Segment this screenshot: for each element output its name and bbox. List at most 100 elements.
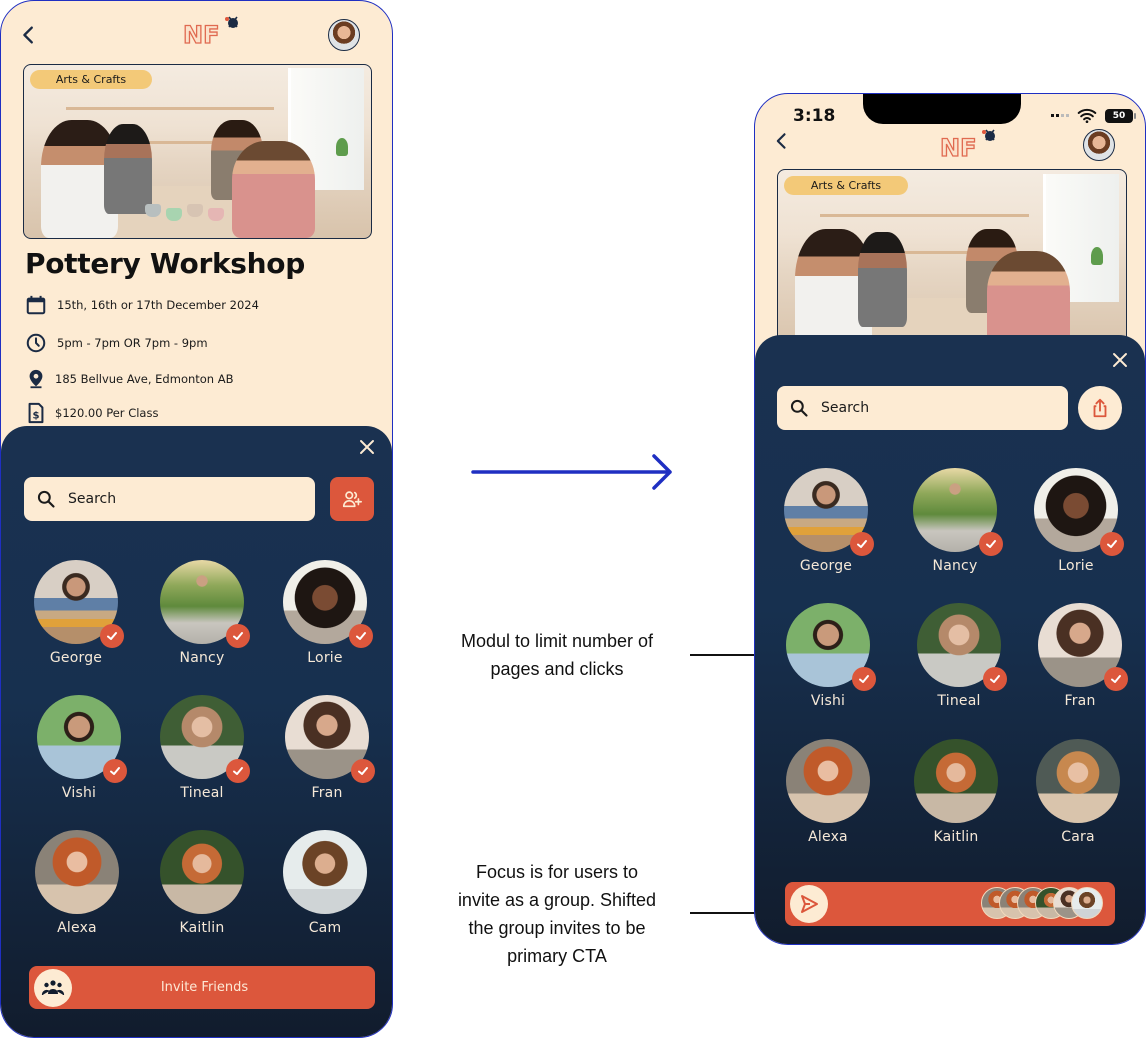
selected-check-icon — [850, 532, 874, 556]
friend-name: Vishi — [61, 785, 97, 801]
friend-fran[interactable]: Fran — [272, 695, 382, 801]
event-date-text: 15th, 16th or 17th December 2024 — [57, 298, 259, 312]
selected-check-icon — [226, 624, 250, 648]
invite-friends-label: Invite Friends — [160, 980, 249, 995]
friend-name: Lorie — [1058, 558, 1094, 574]
annotation-focus-line: the group invites to be — [468, 918, 646, 938]
search-placeholder: Search — [68, 491, 117, 507]
annotation-module: Modul to limit number of pages and click… — [430, 627, 684, 683]
annotation-focus-line: primary CTA — [507, 946, 607, 966]
friend-name: George — [49, 650, 103, 666]
nf-logo: NF — [938, 126, 998, 163]
friend-avatar — [786, 739, 870, 823]
category-tag: Arts & Crafts — [784, 176, 908, 195]
friend-avatar — [35, 830, 119, 914]
friend-name: Tineal — [937, 693, 981, 709]
invoice-dollar-icon: $ — [28, 402, 44, 424]
friend-name: Nancy — [932, 558, 978, 574]
send-icon-wrap — [790, 885, 828, 923]
svg-text:NF: NF — [940, 134, 976, 160]
event-price-text: $120.00 Per Class — [55, 406, 159, 420]
friend-avatar — [160, 695, 250, 783]
event-image: Arts & Crafts — [23, 64, 372, 239]
group-icon-wrap — [34, 968, 72, 1007]
annotation-focus-line: Focus is for users to — [475, 862, 639, 882]
friend-avatar — [1036, 739, 1120, 823]
friend-kaitlin[interactable]: Kaitlin — [901, 739, 1011, 845]
friend-george[interactable]: George — [771, 468, 881, 574]
friend-avatar — [34, 560, 124, 648]
friend-avatar — [160, 560, 250, 648]
selected-friends-stack — [981, 887, 1103, 919]
event-time: 5pm - 7pm OR 7pm - 9pm — [25, 332, 208, 354]
battery-level: 50 — [1112, 110, 1126, 121]
event-location-text: 185 Bellvue Ave, Edmonton AB — [55, 372, 234, 386]
selected-check-icon — [1100, 532, 1124, 556]
invite-sheet: Search George Nancy Lorie Vishi Tineal Fran Al… — [1, 426, 392, 1037]
nf-logo: NF — [181, 13, 241, 50]
friend-nancy[interactable]: Nancy — [900, 468, 1010, 574]
selected-check-icon — [983, 667, 1007, 691]
close-button[interactable] — [358, 438, 376, 456]
search-placeholder: Search — [821, 400, 870, 416]
friend-vishi[interactable]: Vishi — [773, 603, 883, 709]
search-input[interactable]: Search — [777, 386, 1068, 430]
annotation-focus: Focus is for users to invite as a group.… — [430, 858, 684, 970]
back-button[interactable] — [772, 131, 792, 151]
friend-kaitlin[interactable]: Kaitlin — [147, 830, 257, 936]
annotation-module-line: Modul to limit number of — [460, 631, 654, 651]
friend-nancy[interactable]: Nancy — [147, 560, 257, 666]
friend-name: Alexa — [57, 920, 97, 936]
close-icon — [360, 440, 374, 454]
profile-avatar[interactable] — [328, 19, 360, 51]
friend-avatar — [1038, 603, 1128, 691]
share-icon — [1093, 398, 1107, 418]
search-icon — [37, 490, 55, 508]
friend-name: Nancy — [179, 650, 225, 666]
status-time: 3:18 — [793, 106, 836, 126]
add-friend-button[interactable] — [330, 477, 374, 521]
friend-avatar — [37, 695, 127, 783]
close-icon — [1113, 353, 1127, 367]
invite-friends-button[interactable]: Invite Friends — [29, 966, 375, 1009]
search-input[interactable]: Search — [24, 477, 315, 521]
group-icon — [41, 979, 65, 995]
invite-sheet: Search George Nancy Lorie Vishi Tineal Fran Al… — [755, 335, 1145, 944]
event-location: 185 Bellvue Ave, Edmonton AB — [25, 368, 234, 390]
friend-alexa[interactable]: Alexa — [773, 739, 883, 845]
friend-lorie[interactable]: Lorie — [1021, 468, 1131, 574]
back-button[interactable] — [18, 24, 40, 46]
svg-text:$: $ — [32, 411, 39, 422]
friend-tineal[interactable]: Tineal — [147, 695, 257, 801]
selected-check-icon — [100, 624, 124, 648]
event-time-text: 5pm - 7pm OR 7pm - 9pm — [57, 336, 208, 350]
friend-tineal[interactable]: Tineal — [904, 603, 1014, 709]
clock-icon — [26, 333, 46, 353]
friend-lorie[interactable]: Lorie — [270, 560, 380, 666]
close-button[interactable] — [1111, 351, 1129, 369]
chevron-left-icon — [23, 26, 33, 44]
add-user-icon — [342, 491, 362, 508]
friend-name: George — [799, 558, 853, 574]
friend-cam[interactable]: Cam — [270, 830, 380, 936]
event-price: $ $120.00 Per Class — [25, 402, 158, 424]
friend-fran[interactable]: Fran — [1025, 603, 1135, 709]
friend-vishi[interactable]: Vishi — [24, 695, 134, 801]
profile-avatar[interactable] — [1083, 129, 1115, 161]
event-image: Arts & Crafts — [777, 169, 1127, 354]
friend-cara[interactable]: Cara — [1023, 739, 1133, 845]
friend-name: Cam — [308, 920, 342, 936]
wifi-icon — [1077, 108, 1097, 123]
friend-george[interactable]: George — [21, 560, 131, 666]
friend-alexa[interactable]: Alexa — [22, 830, 132, 936]
selected-check-icon — [852, 667, 876, 691]
friend-name: Vishi — [810, 693, 846, 709]
send-icon — [801, 895, 818, 913]
send-group-invite-button[interactable] — [785, 882, 1115, 926]
share-button[interactable] — [1078, 386, 1122, 430]
friend-name: Fran — [311, 785, 343, 801]
battery-icon: 50 — [1105, 108, 1136, 123]
transition-arrow-icon — [471, 454, 672, 490]
chevron-left-icon — [776, 133, 786, 149]
location-pin-icon — [29, 369, 43, 389]
